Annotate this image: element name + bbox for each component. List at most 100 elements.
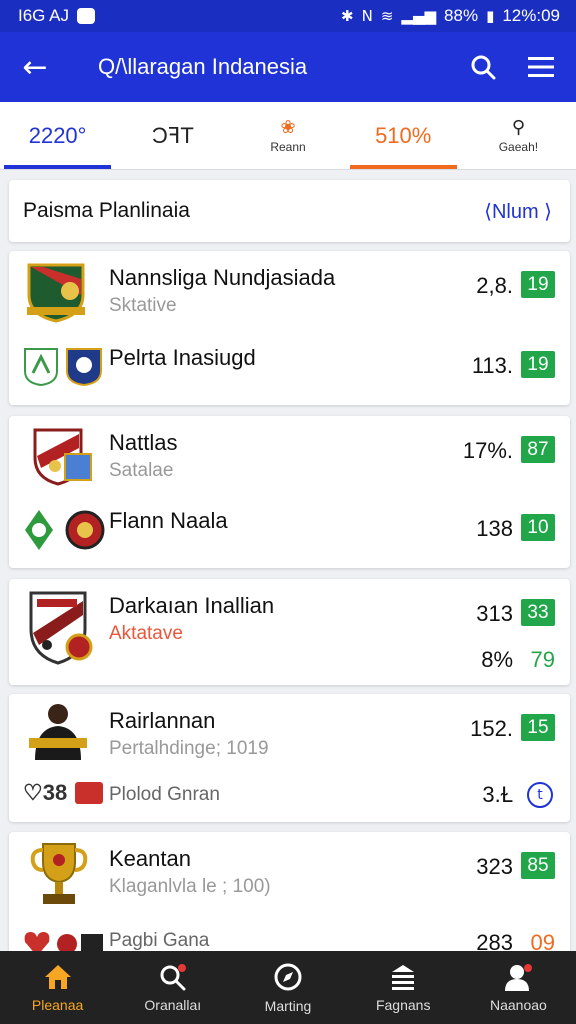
- score-badge: 33: [521, 599, 555, 626]
- tab-3[interactable]: ❀ Reann: [230, 102, 345, 169]
- list-item[interactable]: Flann Naala 138 10: [9, 494, 570, 568]
- nav-label: Naanoao: [490, 996, 547, 1013]
- club-logos-icon: [24, 348, 102, 387]
- tab-indicator: [349, 165, 457, 169]
- item-title: Pagbi Gana: [109, 930, 210, 951]
- item-value: 17%.: [462, 438, 513, 463]
- item-value: 8%: [481, 647, 513, 672]
- profile-icon: [505, 963, 533, 991]
- score-badge: 10: [521, 514, 555, 541]
- tab-5[interactable]: ⚲ Gaeah!: [461, 102, 576, 169]
- item-value: 152.: [470, 716, 513, 741]
- info-icon[interactable]: t: [527, 782, 553, 808]
- score-badge: 19: [521, 351, 555, 378]
- tab-2[interactable]: ƆꟻT: [115, 102, 230, 169]
- item-value: 138: [476, 516, 513, 541]
- list-item[interactable]: ♡38 Plolod Gnran 3.Ɫ t: [9, 764, 570, 822]
- wifi-icon: ≋: [380, 7, 394, 25]
- menu-button[interactable]: [512, 32, 570, 102]
- tab-1[interactable]: 2220°: [0, 102, 115, 169]
- club-logos-icon: [25, 510, 105, 550]
- item-subtitle: Sktative: [109, 295, 177, 316]
- nav-label: Oranallaı: [144, 996, 202, 1013]
- nav-list[interactable]: Fagnans: [346, 951, 461, 1024]
- hamburger-icon: [528, 57, 554, 77]
- section-header: Paisma Planlinaia ⟨Nlum ⟩: [9, 180, 570, 242]
- nav-label: Marting: [264, 997, 312, 1014]
- trophy-card[interactable]: Keantan Klaganlvla le ; 100) 323 85 Pagb…: [9, 832, 570, 962]
- bluetooth-icon: ✱: [341, 7, 354, 25]
- item-title: Darkaıan Inallian: [109, 593, 275, 618]
- list-item[interactable]: Nannsliga Nundjasiada Sktative 2,8. 19: [9, 251, 570, 331]
- tab-sub-label: Reann: [270, 140, 306, 154]
- score-badge: 19: [521, 271, 555, 298]
- search-button[interactable]: [454, 32, 512, 102]
- notification-icon: [77, 8, 96, 24]
- tag-badge-icon: [75, 782, 103, 804]
- list-item[interactable]: Darkaıan Inallian Aktatave 313 33: [9, 579, 570, 665]
- battery-percent: 88%: [444, 6, 479, 25]
- section-title: Paisma Planlinaia: [23, 199, 190, 222]
- tab-indicator: [4, 165, 112, 169]
- player-card[interactable]: Rairlannan Pertalhdinge; 1019 152. 15 ♡3…: [9, 694, 570, 822]
- item-title: Nattlas: [109, 430, 178, 455]
- search-icon: [471, 55, 496, 80]
- list-item[interactable]: Rairlannan Pertalhdinge; 1019 152. 15: [9, 694, 570, 764]
- item-subtitle: Satalae: [109, 460, 174, 481]
- home-icon: [44, 964, 71, 989]
- item-title: Pelrta Inasiugd: [109, 345, 256, 370]
- list-item[interactable]: 8% 79: [9, 635, 570, 685]
- section-more-link[interactable]: ⟨Nlum ⟩: [484, 199, 552, 224]
- app-bar: ← Q/\llaragan Indanesia: [0, 32, 576, 102]
- item-value: 2,8.: [476, 273, 513, 298]
- item-title: Flann Naala: [109, 508, 228, 533]
- tab-sub-label: Gaeah!: [498, 140, 539, 154]
- status-bar: I6G AJ ✱ N ≋ ▂▄▆ 88% ▮ 12%:09: [0, 0, 576, 32]
- nav-home[interactable]: Pleanaa: [0, 951, 115, 1024]
- club-crest-icon: [27, 263, 85, 323]
- compass-icon: [274, 963, 302, 990]
- item-value: 3.Ɫ: [482, 782, 513, 807]
- nav-search[interactable]: Oranallaı: [115, 951, 230, 1024]
- item-title: Rairlannan: [109, 708, 216, 733]
- score-text: 79: [530, 647, 555, 672]
- tab-bar: 2220° ƆꟻT ❀ Reann 510% ⚲ Gaeah!: [0, 102, 576, 170]
- bottom-navigation: Pleanaa Oranallaı Marting Fagnans Naanoa…: [0, 951, 576, 1024]
- nav-compass[interactable]: Marting: [230, 951, 345, 1024]
- list-item[interactable]: Keantan Klaganlvla le ; 100) 323 85: [9, 832, 570, 908]
- score-badge: 87: [521, 436, 555, 463]
- tab-label: 510%: [375, 122, 432, 148]
- list-item[interactable]: Pelrta Inasiugd 113. 19: [9, 331, 570, 405]
- signal-icon: ▂▄▆: [401, 7, 437, 25]
- arrow-left-icon: ←: [22, 49, 48, 85]
- nfc-icon: N: [361, 7, 373, 25]
- tab-label: 2220°: [28, 122, 87, 148]
- score-badge: 15: [521, 714, 555, 741]
- match-card[interactable]: Nannsliga Nundjasiada Sktative 2,8. 19 P…: [9, 251, 570, 405]
- status-time: I6G AJ: [18, 6, 70, 25]
- item-subtitle: Pertalhdinge; 1019: [109, 738, 269, 759]
- nav-profile[interactable]: Naanoao: [461, 951, 576, 1024]
- item-value: 313: [476, 601, 513, 626]
- item-title: Plolod Gnran: [109, 784, 220, 805]
- app-title: Q/\llaragan Indanesia: [98, 54, 308, 79]
- tab-4[interactable]: 510%: [346, 102, 461, 169]
- nav-label: Pleanaa: [31, 996, 84, 1013]
- item-subtitle: Klaganlvla le ; 100): [109, 876, 271, 897]
- item-value: 323: [476, 854, 513, 879]
- match-card[interactable]: Nattlas Satalae 17%. 87 Flann Naala 138 …: [9, 416, 570, 568]
- item-title: Nannsliga Nundjasiada: [109, 265, 336, 290]
- paw-icon: ❀: [280, 117, 296, 138]
- search-icon: [160, 963, 186, 990]
- nav-label: Fagnans: [375, 996, 431, 1013]
- item-tag: ♡38: [23, 780, 68, 805]
- tab-label: ƆꟻT: [151, 122, 194, 148]
- match-card[interactable]: Darkaıan Inallian Aktatave 313 33 8% 79: [9, 579, 570, 685]
- list-item[interactable]: Nattlas Satalae 17%. 87: [9, 416, 570, 494]
- item-title: Keantan: [109, 846, 191, 871]
- item-value: 113.: [471, 353, 513, 378]
- club-crest-icon: [33, 428, 92, 486]
- back-button[interactable]: ←: [0, 32, 70, 102]
- status-clock: 12%:09: [502, 6, 560, 25]
- list-icon: [392, 964, 415, 990]
